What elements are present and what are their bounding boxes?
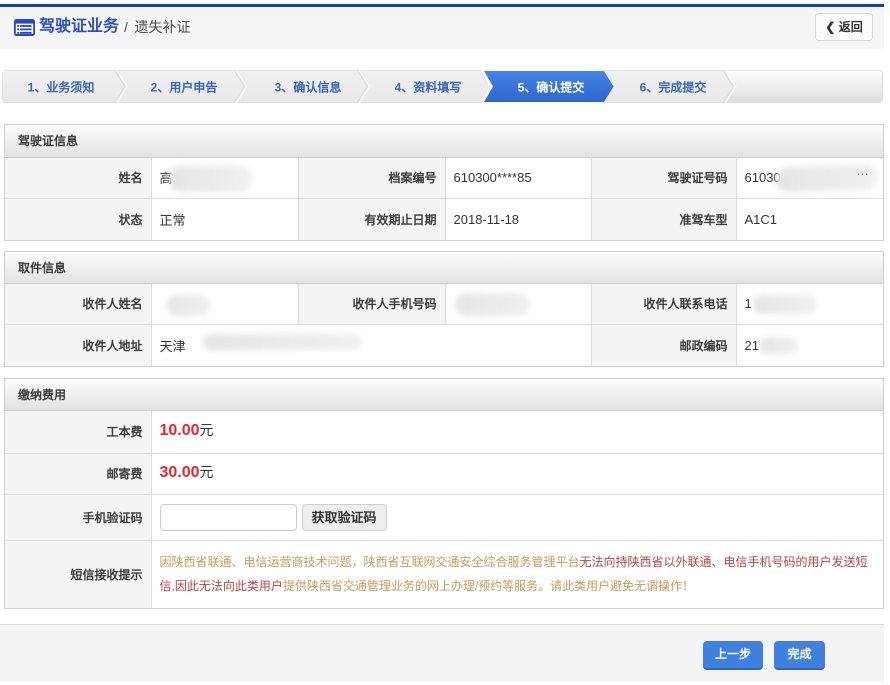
- svg-text:5、确认提交: 5、确认提交: [518, 80, 585, 95]
- svg-text:2、用户申告: 2、用户申告: [151, 80, 218, 95]
- svg-text:6、完成提交: 6、完成提交: [640, 80, 707, 95]
- svg-text:3、确认信息: 3、确认信息: [275, 80, 342, 95]
- svg-text:1、业务须知: 1、业务须知: [28, 80, 95, 95]
- svg-text:4、资料填写: 4、资料填写: [395, 80, 462, 95]
